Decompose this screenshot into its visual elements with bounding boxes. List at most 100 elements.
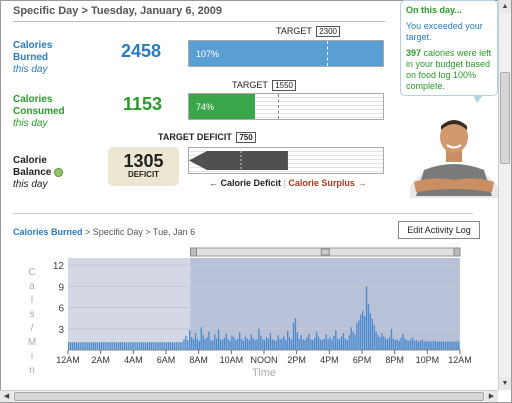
data-bar (331, 340, 333, 350)
burned-target-label: TARGET (276, 26, 312, 36)
data-bar (154, 342, 156, 350)
data-bar (265, 337, 268, 350)
y-tick-label: 6 (58, 304, 64, 315)
activity-breadcrumb: Calories Burned > Specific Day > Tue, Ja… (13, 227, 195, 237)
data-bar (456, 341, 458, 350)
vertical-scrollbar[interactable]: ▲ ▼ (498, 0, 511, 390)
y-axis-label-char: l (31, 295, 33, 306)
x-tick-label: 4AM (124, 355, 143, 365)
surplus-arrow-icon: → (357, 178, 367, 188)
data-bar (438, 341, 441, 350)
data-bar (206, 337, 208, 350)
data-bar (360, 314, 362, 350)
data-bar (354, 334, 356, 350)
consumed-target-marker (278, 94, 280, 119)
data-bar (340, 336, 343, 350)
data-bar (108, 342, 110, 350)
data-bar (129, 342, 131, 350)
data-bar (100, 342, 103, 350)
data-bar (233, 337, 235, 350)
data-bar (142, 342, 145, 350)
horizontal-scroll-thumb[interactable] (14, 392, 484, 401)
section-divider (13, 213, 473, 214)
burned-progress-bar: 107% (188, 40, 384, 67)
data-bar (258, 328, 260, 350)
x-axis-label: Time (252, 367, 276, 379)
consumed-label-subtext: this day (13, 118, 48, 129)
data-bar (137, 342, 139, 350)
balance-label-line2: Balance (13, 167, 52, 178)
data-bar (148, 342, 151, 350)
data-bar (204, 339, 206, 350)
data-bar (79, 342, 81, 350)
data-bar (358, 320, 360, 350)
y-axis-label-char: s (30, 309, 35, 320)
data-bar (446, 341, 448, 350)
data-bar (150, 342, 152, 350)
data-bar (219, 339, 222, 350)
y-axis-label-char: i (31, 351, 33, 362)
data-bar (214, 334, 216, 350)
data-bar (181, 342, 183, 350)
data-bar (75, 342, 78, 350)
data-bar (135, 342, 137, 350)
data-bar (190, 337, 193, 350)
scroll-up-icon[interactable]: ▲ (499, 0, 511, 13)
scroll-right-icon[interactable]: ▶ (485, 391, 498, 402)
calorie-deficit-text: Calorie Deficit (220, 178, 282, 188)
data-bar (269, 333, 272, 350)
scroll-down-icon[interactable]: ▼ (499, 377, 511, 390)
x-tick-label: 2PM (287, 355, 306, 365)
edit-activity-log-button[interactable]: Edit Activity Log (398, 221, 480, 239)
data-bar (229, 340, 231, 350)
y-tick-label: 3 (58, 325, 64, 336)
data-bar (85, 342, 87, 350)
data-bar (121, 342, 124, 350)
data-bar (92, 342, 95, 350)
data-bar (408, 340, 410, 350)
scroll-left-icon[interactable]: ◀ (0, 391, 13, 402)
data-bar (388, 337, 391, 350)
data-bar (421, 339, 423, 350)
data-bar (256, 339, 258, 350)
data-bar (87, 342, 89, 350)
data-bar (94, 342, 97, 350)
y-axis-label-char: n (29, 365, 35, 376)
data-bar (452, 341, 454, 350)
data-bar (160, 342, 162, 350)
data-bar (423, 341, 425, 350)
data-bar (454, 341, 456, 350)
legend-divider: | (283, 178, 286, 188)
burned-target-marker (326, 41, 328, 66)
selected-range (190, 258, 460, 350)
data-bar (281, 338, 283, 350)
data-bar (290, 339, 293, 350)
data-bar (425, 340, 427, 350)
data-bar (342, 333, 345, 350)
data-bar (252, 337, 254, 350)
data-bar (392, 338, 395, 350)
burned-target-value: 2300 (316, 26, 340, 37)
data-bar (237, 338, 239, 350)
data-bar (335, 330, 337, 350)
data-bar (73, 342, 76, 350)
data-bar (123, 342, 126, 350)
data-bar (411, 337, 414, 350)
horizontal-scrollbar[interactable]: ◀ ▶ (0, 390, 498, 402)
vertical-scroll-thumb[interactable] (500, 72, 510, 164)
data-bar (417, 341, 420, 350)
data-bar (375, 331, 377, 350)
burned-label: Calories Burned this day (13, 40, 52, 76)
data-bar (419, 340, 421, 350)
x-tick-label: NOON (251, 355, 278, 365)
data-bar (196, 338, 199, 350)
deficit-arrow-icon: ← (209, 178, 218, 188)
calories-burned-link[interactable]: Calories Burned (13, 227, 83, 237)
data-bar (348, 335, 350, 350)
data-bar (77, 342, 79, 350)
data-bar (321, 340, 323, 350)
range-handle-left-icon (190, 247, 197, 257)
data-bar (277, 335, 279, 350)
page-header: Specific Day > Tuesday, January 6, 2009 (13, 5, 222, 17)
data-bar (367, 304, 370, 350)
